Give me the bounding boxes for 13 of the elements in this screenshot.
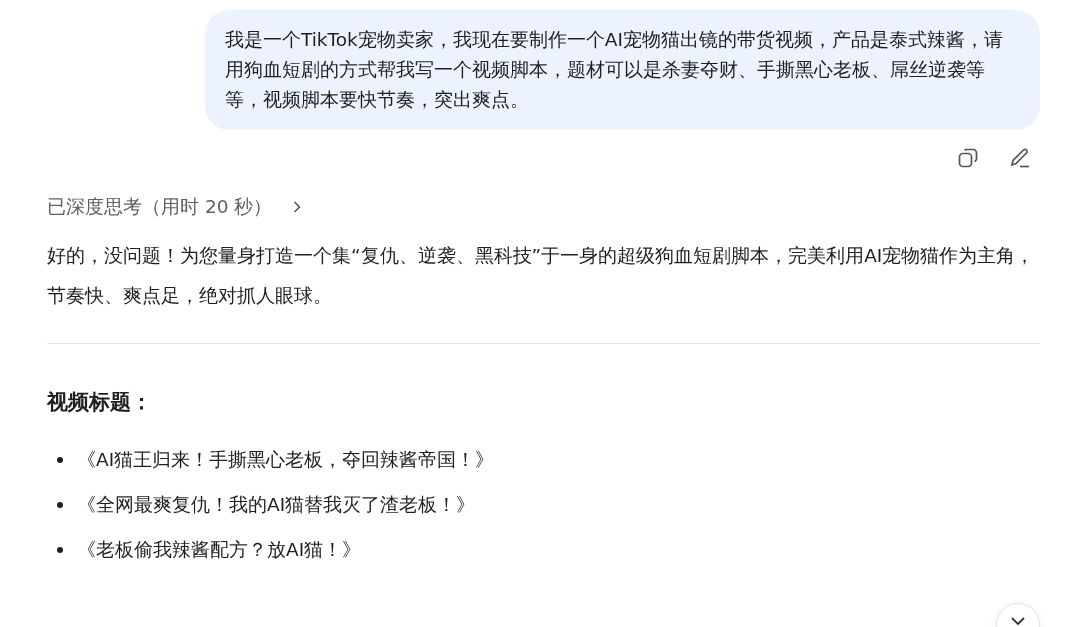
copy-icon[interactable] bbox=[956, 146, 980, 170]
section-heading: 视频标题： bbox=[47, 389, 153, 416]
list-item: 《老板偷我辣酱配方？放AI猫！》 bbox=[77, 538, 362, 562]
thinking-toggle[interactable]: 已深度思考（用时 20 秒） bbox=[47, 194, 273, 219]
user-message: 我是一个TikTok宠物卖家，我现在要制作一个AI宠物猫出镜的带货视频，产品是泰式辣酱，请用狗血短剧的方式帮我写一个视频脚本，题材可以是杀妻夺财、手撕黑心老板、屌丝逆袭等等，视频脚本要快节奏，突出爽点。 bbox=[205, 10, 1040, 130]
bullet-icon bbox=[57, 501, 63, 508]
chevron-down-icon bbox=[1010, 616, 1026, 626]
edit-icon[interactable] bbox=[1008, 146, 1032, 170]
list-item: 《AI猫王归来！手撕黑心老板，夺回辣酱帝国！》 bbox=[77, 448, 495, 472]
bullet-icon bbox=[57, 456, 63, 463]
reply-paragraph: 好的，没问题！为您量身打造一个集“复仇、逆袭、黑科技”于一身的超级狗血短剧脚本，完美利用AI宠物猫作为主角，节奏快、爽点足，绝对抓人眼球。 bbox=[47, 244, 1036, 308]
bullet-icon bbox=[57, 546, 63, 553]
list-item: 《全网最爽复仇！我的AI猫替我灭了渣老板！》 bbox=[77, 493, 476, 517]
